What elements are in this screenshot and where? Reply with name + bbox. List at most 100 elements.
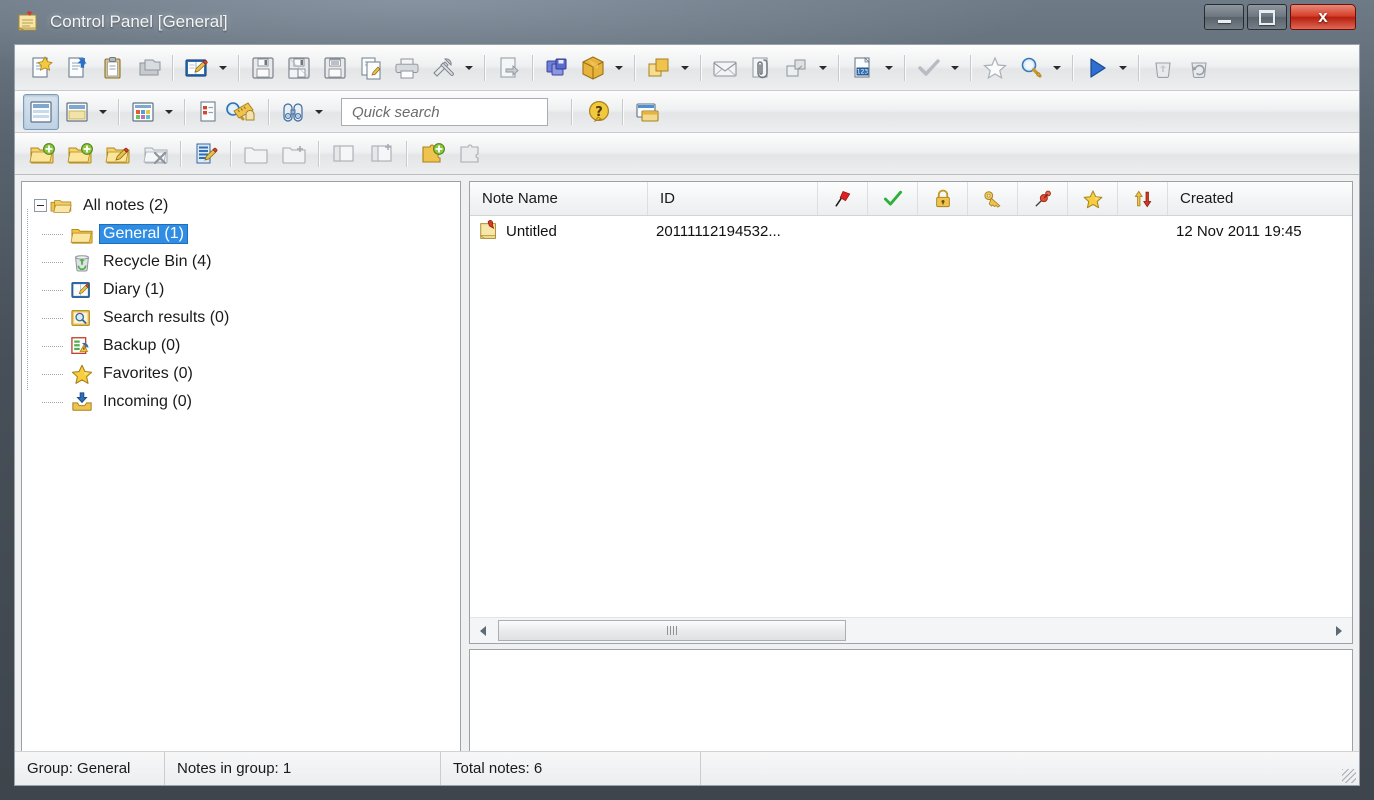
scroll-thumb[interactable] — [498, 620, 846, 641]
new-note-button[interactable] — [23, 49, 59, 87]
maximize-button[interactable] — [1247, 4, 1287, 30]
column-header-pin[interactable] — [1018, 182, 1068, 215]
column-header-star[interactable] — [1068, 182, 1118, 215]
search-input[interactable] — [350, 99, 514, 127]
edit-list-button[interactable] — [187, 136, 225, 172]
check-button[interactable] — [911, 49, 947, 87]
view-details-button[interactable] — [23, 94, 59, 130]
column-header-name[interactable]: Note Name — [470, 182, 648, 215]
new-note-from-template-button[interactable] — [59, 49, 95, 87]
column-header-lock[interactable] — [918, 182, 968, 215]
share-button[interactable] — [779, 49, 815, 87]
arrange-chevron-down-icon[interactable] — [677, 49, 693, 87]
close-button[interactable]: x — [1290, 4, 1356, 30]
run-chevron-down-icon[interactable] — [1115, 49, 1131, 87]
horizontal-scrollbar[interactable] — [470, 617, 1352, 643]
pane-add-button[interactable] — [363, 136, 401, 172]
save-all-button[interactable] — [281, 49, 317, 87]
sidebar-item-favorites[interactable]: Favorites (0) — [36, 360, 460, 388]
calc-chevron-down-icon[interactable] — [881, 49, 897, 87]
view-icons-chevron-down-icon[interactable] — [161, 94, 177, 130]
toolbar-separator — [118, 99, 120, 125]
column-header-created[interactable]: Created — [1168, 182, 1352, 215]
new-folder-button[interactable] — [23, 136, 61, 172]
sync-button[interactable] — [539, 49, 575, 87]
properties-button[interactable] — [191, 94, 227, 130]
column-header-key[interactable] — [968, 182, 1018, 215]
column-header-id[interactable]: ID — [648, 182, 818, 215]
sidebar-item-search-results[interactable]: Search results (0) — [36, 304, 460, 332]
sidebar-item-label: All notes (2) — [83, 197, 169, 214]
measure-button[interactable] — [227, 94, 263, 130]
sidebar-item-incoming[interactable]: Incoming (0) — [36, 388, 460, 416]
recycle-button[interactable] — [1145, 49, 1181, 87]
note-list-pane[interactable]: Note Name ID Created Untitled 2011111219453… — [469, 181, 1353, 644]
column-header-sort[interactable] — [1118, 182, 1168, 215]
folder-add-button[interactable] — [275, 136, 313, 172]
scroll-left-arrow[interactable] — [471, 619, 495, 642]
tree-expander-collapse-icon[interactable] — [34, 199, 47, 212]
sidebar-item-diary[interactable]: Diary (1) — [36, 276, 460, 304]
copy-note-button[interactable] — [353, 49, 389, 87]
attach-icon — [748, 55, 774, 81]
mail-button[interactable] — [707, 49, 743, 87]
tools-button[interactable] — [425, 49, 461, 87]
table-row[interactable]: Untitled 20111112194532... 12 Nov 2011 19:… — [470, 216, 1352, 246]
package-button[interactable] — [575, 49, 611, 87]
folder-tree-pane[interactable]: All notes (2) General (1) Recycle Bin (4) D… — [21, 181, 461, 785]
folder-open-button[interactable] — [237, 136, 275, 172]
sidebar-item-recycle-bin[interactable]: Recycle Bin (4) — [36, 248, 460, 276]
notepad-icon — [18, 11, 37, 31]
list-edit-icon — [193, 141, 219, 167]
run-button[interactable] — [1079, 49, 1115, 87]
share-chevron-down-icon[interactable] — [815, 49, 831, 87]
restore-button[interactable] — [1181, 49, 1217, 87]
edit-note-button[interactable] — [179, 49, 215, 87]
edit-folder-button[interactable] — [99, 136, 137, 172]
arrange-button[interactable] — [641, 49, 677, 87]
minimize-button[interactable] — [1204, 4, 1244, 30]
calculator-page-icon: 123 — [850, 55, 876, 81]
view-split-chevron-down-icon[interactable] — [95, 94, 111, 130]
sidebar-item-general[interactable]: General (1) — [36, 220, 460, 248]
view-icons-button[interactable] — [125, 94, 161, 130]
folder-sub-new-icon — [67, 141, 93, 167]
quick-search-box[interactable] — [341, 98, 548, 127]
plugin-run-button[interactable] — [451, 136, 489, 172]
export-button[interactable] — [491, 49, 527, 87]
find-button[interactable] — [275, 94, 311, 130]
paste-note-button[interactable] — [95, 49, 131, 87]
title-bar[interactable]: Control Panel [General] x — [0, 0, 1374, 44]
calc-button[interactable]: 123 — [845, 49, 881, 87]
find-chevron-down-icon[interactable] — [311, 94, 327, 130]
edit-note-chevron-down-icon[interactable] — [215, 49, 231, 87]
save-button[interactable] — [245, 49, 281, 87]
scroll-right-arrow[interactable] — [1327, 619, 1351, 642]
column-header-flag[interactable] — [818, 182, 868, 215]
search-button[interactable] — [1013, 49, 1049, 87]
duplicate-note-button[interactable] — [131, 49, 167, 87]
resize-grip-icon[interactable] — [1342, 769, 1356, 783]
folder-toolbar — [15, 133, 1359, 175]
help-button[interactable]: ? — [581, 94, 617, 130]
view-split-button[interactable] — [59, 94, 95, 130]
windows-button[interactable] — [629, 94, 665, 130]
check-chevron-down-icon[interactable] — [947, 49, 963, 87]
tools-chevron-down-icon[interactable] — [461, 49, 477, 87]
column-header-done[interactable] — [868, 182, 918, 215]
delete-folder-button[interactable] — [137, 136, 175, 172]
new-subfolder-button[interactable] — [61, 136, 99, 172]
sidebar-item-all-notes[interactable]: All notes (2) — [34, 192, 460, 220]
save-as-button[interactable] — [317, 49, 353, 87]
folders-stack-icon — [50, 195, 74, 217]
sidebar-item-backup[interactable]: Backup (0) — [36, 332, 460, 360]
attach-button[interactable] — [743, 49, 779, 87]
pane-left-button[interactable] — [325, 136, 363, 172]
clipboard-icon — [100, 55, 126, 81]
print-button[interactable] — [389, 49, 425, 87]
package-chevron-down-icon[interactable] — [611, 49, 627, 87]
search-chevron-down-icon[interactable] — [1049, 49, 1065, 87]
binoculars-icon — [280, 99, 306, 125]
plugin-add-button[interactable] — [413, 136, 451, 172]
favorite-button[interactable] — [977, 49, 1013, 87]
